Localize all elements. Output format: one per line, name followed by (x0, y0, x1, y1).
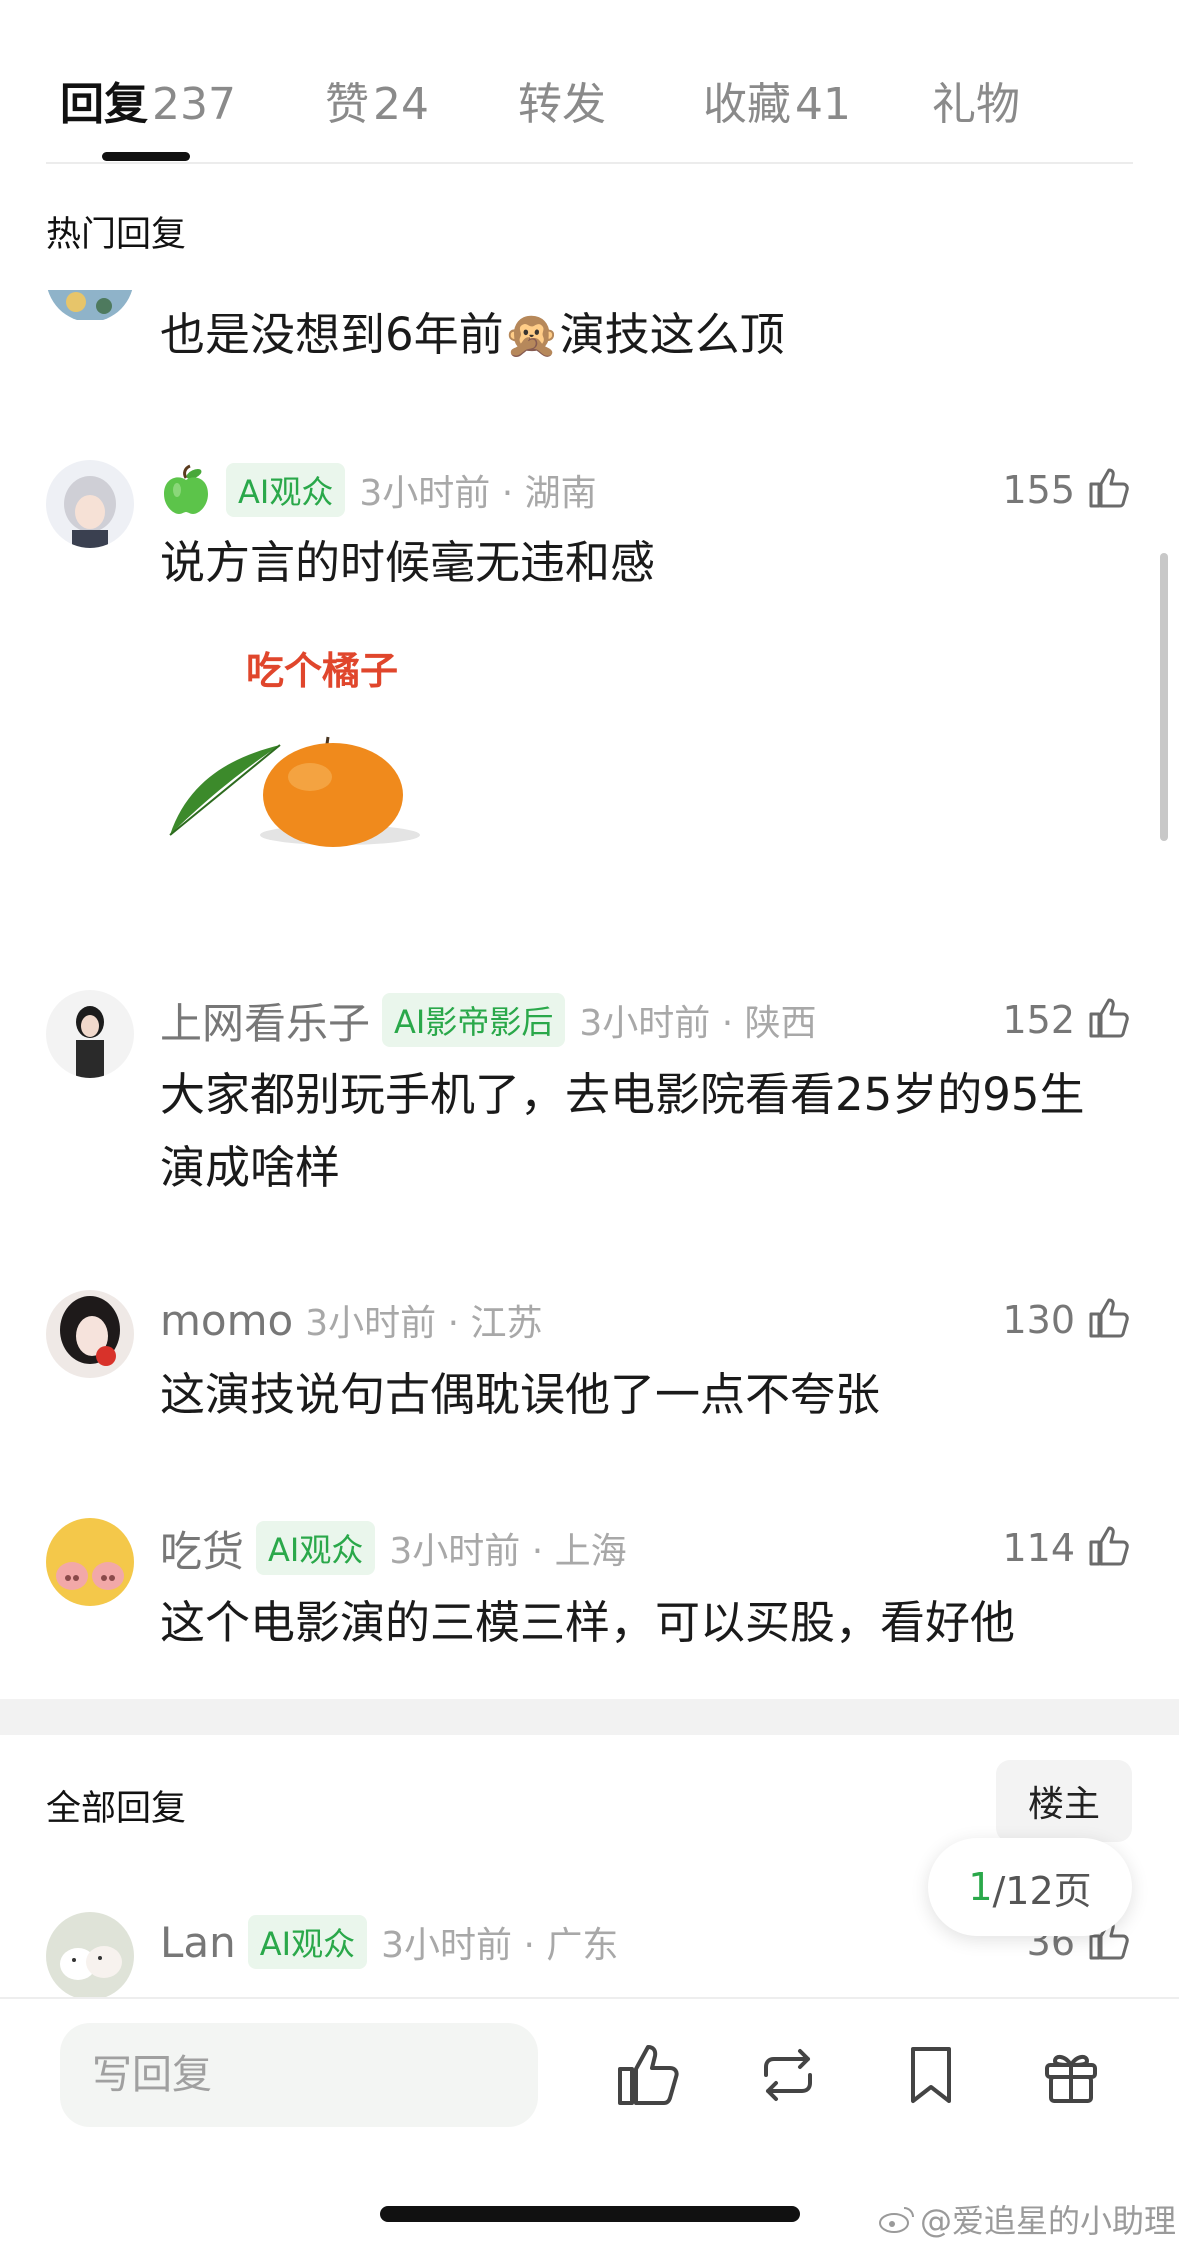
tab-label: 收藏 (703, 79, 791, 130)
like-button[interactable]: 130 (1002, 1290, 1133, 1350)
current-page: 1 (968, 1865, 993, 1909)
tab-favorites[interactable]: 收藏41 (703, 68, 851, 132)
comment-text: 这个电影演的三模三样，可以买股，看好他 (160, 1596, 1016, 1649)
total-pages: /12页 (992, 1868, 1092, 1913)
comment-time-location: 3小时前 · 上海 (389, 1531, 627, 1572)
tab-gifts[interactable]: 礼物 (932, 68, 1020, 132)
orange-illustration (169, 736, 420, 847)
tab-replies[interactable]: 回复237 (60, 68, 236, 132)
tab-divider (46, 162, 1133, 164)
tab-count: 237 (152, 79, 236, 130)
comment-text: 这演技说句古偶耽误他了一点不夸张 (160, 1368, 881, 1421)
like-icon (1085, 1294, 1133, 1346)
like-count: 130 (1002, 1298, 1075, 1342)
all-replies-title: 全部回复 (46, 1789, 187, 1829)
like-button[interactable]: 155 (1002, 460, 1133, 520)
comment-meta: 上网看乐子 AI影帝影后 3小时前 · 陕西 (160, 990, 817, 1050)
apple-emoji-icon (160, 464, 212, 516)
tab-label: 回复 (60, 79, 148, 130)
bookmark-icon[interactable] (895, 2039, 967, 2111)
avatar[interactable] (46, 1912, 134, 2000)
tab-count: 41 (795, 79, 851, 130)
tab-label: 转发 (518, 79, 606, 130)
owner-only-button[interactable]: 楼主 (996, 1760, 1132, 1842)
user-badge: AI观众 (247, 1915, 368, 1969)
page-indicator[interactable]: 1/12页 (928, 1838, 1132, 1936)
tab-bar: 回复237 赞24 转发 收藏41 礼物 (0, 0, 1179, 165)
avatar[interactable] (46, 990, 134, 1078)
active-tab-indicator (102, 152, 190, 161)
comment-image[interactable]: 吃个橘子 (160, 630, 490, 900)
comment-time-location: 3小时前 · 湖南 (359, 473, 597, 514)
comment-meta: 吃货 AI观众 3小时前 · 上海 (160, 1518, 627, 1578)
scrollbar[interactable] (1160, 553, 1168, 841)
like-count: 114 (1002, 1526, 1075, 1570)
comment-meta: AI观众 3小时前 · 湖南 (160, 460, 597, 520)
avatar[interactable] (46, 460, 134, 548)
like-icon (1085, 1522, 1133, 1574)
tab-likes[interactable]: 赞24 (325, 68, 429, 132)
tab-label: 赞 (325, 79, 369, 130)
gift-icon[interactable] (1035, 2039, 1107, 2111)
avatar[interactable] (46, 1290, 134, 1378)
user-badge: AI观众 (256, 1521, 376, 1575)
username[interactable]: Lan (160, 1918, 236, 1967)
like-button[interactable]: 152 (1002, 990, 1133, 1050)
like-icon[interactable] (612, 2039, 684, 2111)
section-separator (0, 1699, 1179, 1735)
reply-input[interactable] (60, 2023, 538, 2127)
like-count: 152 (1002, 998, 1075, 1042)
like-icon (1085, 464, 1133, 516)
comment-time-location: 3小时前 · 陕西 (579, 1003, 817, 1044)
tab-count: 24 (373, 79, 429, 130)
user-badge: AI观众 (226, 463, 346, 517)
comment-text: 也是没想到6年前🙊演技这么顶 (160, 308, 785, 361)
username[interactable]: 上网看乐子 (160, 990, 370, 1051)
like-count: 155 (1002, 468, 1075, 512)
comment-meta: Lan AI观众 3小时前 · 广东 (160, 1912, 618, 1972)
tab-label: 礼物 (932, 79, 1020, 130)
watermark-text: @爱追星的小助理 (920, 2202, 1177, 2240)
like-button[interactable]: 114 (1002, 1518, 1133, 1578)
home-indicator[interactable] (380, 2206, 800, 2222)
weibo-logo-icon (878, 2204, 916, 2242)
username[interactable]: momo (160, 1296, 293, 1345)
comment-time-location: 3小时前 · 江苏 (305, 1303, 543, 1344)
watermark: @爱追星的小助理 (878, 2196, 1176, 2242)
tab-reposts[interactable]: 转发 (518, 68, 606, 132)
comment-time-location: 3小时前 · 广东 (381, 1925, 619, 1966)
avatar[interactable] (46, 1518, 134, 1606)
comment-text: 说方言的时候毫无违和感 (160, 536, 656, 589)
comment-text: 大家都别玩手机了，去电影院看看25岁的95生演成啥样 (160, 1068, 1085, 1194)
comment-meta: momo 3小时前 · 江苏 (160, 1290, 542, 1350)
repost-icon[interactable] (752, 2039, 824, 2111)
username[interactable]: 吃货 (160, 1518, 244, 1579)
like-icon (1085, 994, 1133, 1046)
user-badge: AI影帝影后 (382, 993, 566, 1047)
hot-replies-title: 热门回复 (46, 215, 187, 255)
